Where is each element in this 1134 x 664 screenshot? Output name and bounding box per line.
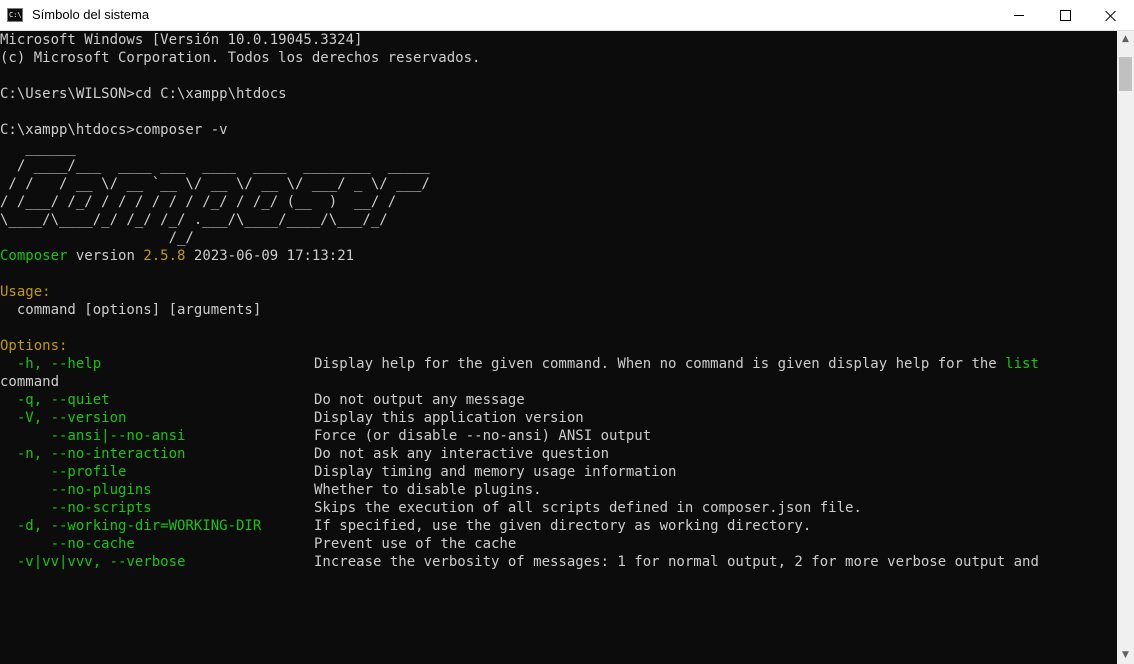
option-row: --ansi|--no-ansi Force (or disable --no-a…: [0, 427, 1117, 445]
usage-title: Usage:: [0, 284, 51, 300]
option-continuation: command: [0, 374, 60, 390]
composer-logo-line: / ____/___ ____ ___ ____ ____ ________ _…: [0, 158, 430, 174]
options-list: -q, --quiet Do not output any message -V,…: [0, 391, 1117, 571]
option-description: Skips the execution of all scripts defin…: [314, 500, 862, 516]
option-row: --no-scripts Skips the execution of all s…: [0, 499, 1117, 517]
option-row: -n, --no-interaction Do not ask any inter…: [0, 445, 1117, 463]
option-description: Display timing and memory usage informat…: [314, 464, 677, 480]
option-row: -h, --help Display help for the given com…: [0, 355, 1117, 373]
maximize-button[interactable]: [1042, 0, 1088, 31]
option-description: Whether to disable plugins.: [314, 482, 542, 498]
minimize-button[interactable]: [996, 0, 1042, 31]
option-row: --no-plugins Whether to disable plugins.: [0, 481, 1117, 499]
usage-text: command [options] [arguments]: [0, 302, 262, 318]
option-flag: -n, --no-interaction: [0, 446, 186, 462]
option-row: --no-cache Prevent use of the cache: [0, 535, 1117, 553]
composer-logo-line: ______: [0, 140, 76, 156]
option-row: --profile Display timing and memory usage…: [0, 463, 1117, 481]
option-flag: -V, --version: [0, 410, 127, 426]
option-flag: --no-scripts: [0, 500, 152, 516]
option-description: Do not output any message: [314, 392, 525, 408]
composer-logo-line: / / / __ \/ __ `__ \/ __ \/ __ \/ ___/ _…: [0, 176, 430, 192]
option-description: Do not ask any interactive question: [314, 446, 610, 462]
cmd-icon[interactable]: C:\: [7, 8, 23, 22]
option-description: Increase the verbosity of messages: 1 fo…: [314, 554, 1039, 570]
option-description: If specified, use the given directory as…: [314, 518, 812, 534]
option-flag: -q, --quiet: [0, 392, 110, 408]
console-line: Microsoft Windows [Versión 10.0.19045.33…: [0, 32, 363, 48]
console-output[interactable]: Microsoft Windows [Versión 10.0.19045.33…: [0, 31, 1117, 664]
option-description: Force (or disable --no-ansi) ANSI output: [314, 428, 652, 444]
scroll-down-icon[interactable]: ▼: [1117, 647, 1134, 664]
option-flag: -v|vv|vvv, --verbose: [0, 554, 186, 570]
option-description: Prevent use of the cache: [314, 536, 517, 552]
command-prompt-window: C:\ Símbolo del sistema Microsoft Window…: [0, 0, 1134, 664]
option-row: -q, --quiet Do not output any message: [0, 391, 1117, 409]
scrollbar-thumb[interactable]: [1119, 57, 1132, 91]
list-command-link: list: [1005, 356, 1039, 372]
option-description: Display this application version: [314, 410, 584, 426]
console-line: (c) Microsoft Corporation. Todos los der…: [0, 50, 481, 66]
options-title: Options:: [0, 338, 68, 354]
close-button[interactable]: [1088, 0, 1134, 31]
option-row: -v|vv|vvv, --verbose Increase the verbosi…: [0, 553, 1117, 571]
version-label: version: [75, 248, 135, 264]
close-icon: [1105, 10, 1117, 22]
minimize-icon: [1014, 15, 1024, 16]
composer-logo-line: / /___/ /_/ / / / / / / /_/ / /_/ (__ ) …: [0, 194, 397, 210]
version-datetime: 2023-06-09 17:13:21: [193, 248, 355, 264]
vertical-scrollbar[interactable]: ▲ ▼: [1117, 31, 1134, 664]
option-row: -d, --working-dir=WORKING-DIR If specifie…: [0, 517, 1117, 535]
option-flag: --ansi|--no-ansi: [0, 428, 186, 444]
console-line: C:\Users\WILSON>cd C:\xampp\htdocs: [0, 86, 287, 102]
option-flag: -h, --help: [0, 356, 102, 372]
option-flag: --no-plugins: [0, 482, 152, 498]
option-row: -V, --version Display this application ve…: [0, 409, 1117, 427]
option-flag: -d, --working-dir=WORKING-DIR: [0, 518, 262, 534]
composer-logo-line: \____/\____/_/ /_/ /_/ .___/\____/____/\…: [0, 212, 388, 228]
option-description: Display help for the given command. When…: [314, 356, 1006, 372]
console-line: C:\xampp\htdocs>composer -v: [0, 122, 228, 138]
version-line: Composer version 2.5.8 2023-06-09 17:13:…: [0, 247, 1117, 265]
maximize-icon: [1059, 10, 1071, 21]
scroll-up-icon[interactable]: ▲: [1117, 31, 1134, 48]
version-number: 2.5.8: [143, 248, 186, 264]
option-flag: --no-cache: [0, 536, 135, 552]
title-bar[interactable]: C:\ Símbolo del sistema: [0, 0, 1134, 31]
window-title: Símbolo del sistema: [32, 7, 150, 22]
option-flag: --profile: [0, 464, 127, 480]
composer-logo-line: /_/: [0, 230, 194, 246]
composer-name: Composer: [0, 248, 68, 264]
